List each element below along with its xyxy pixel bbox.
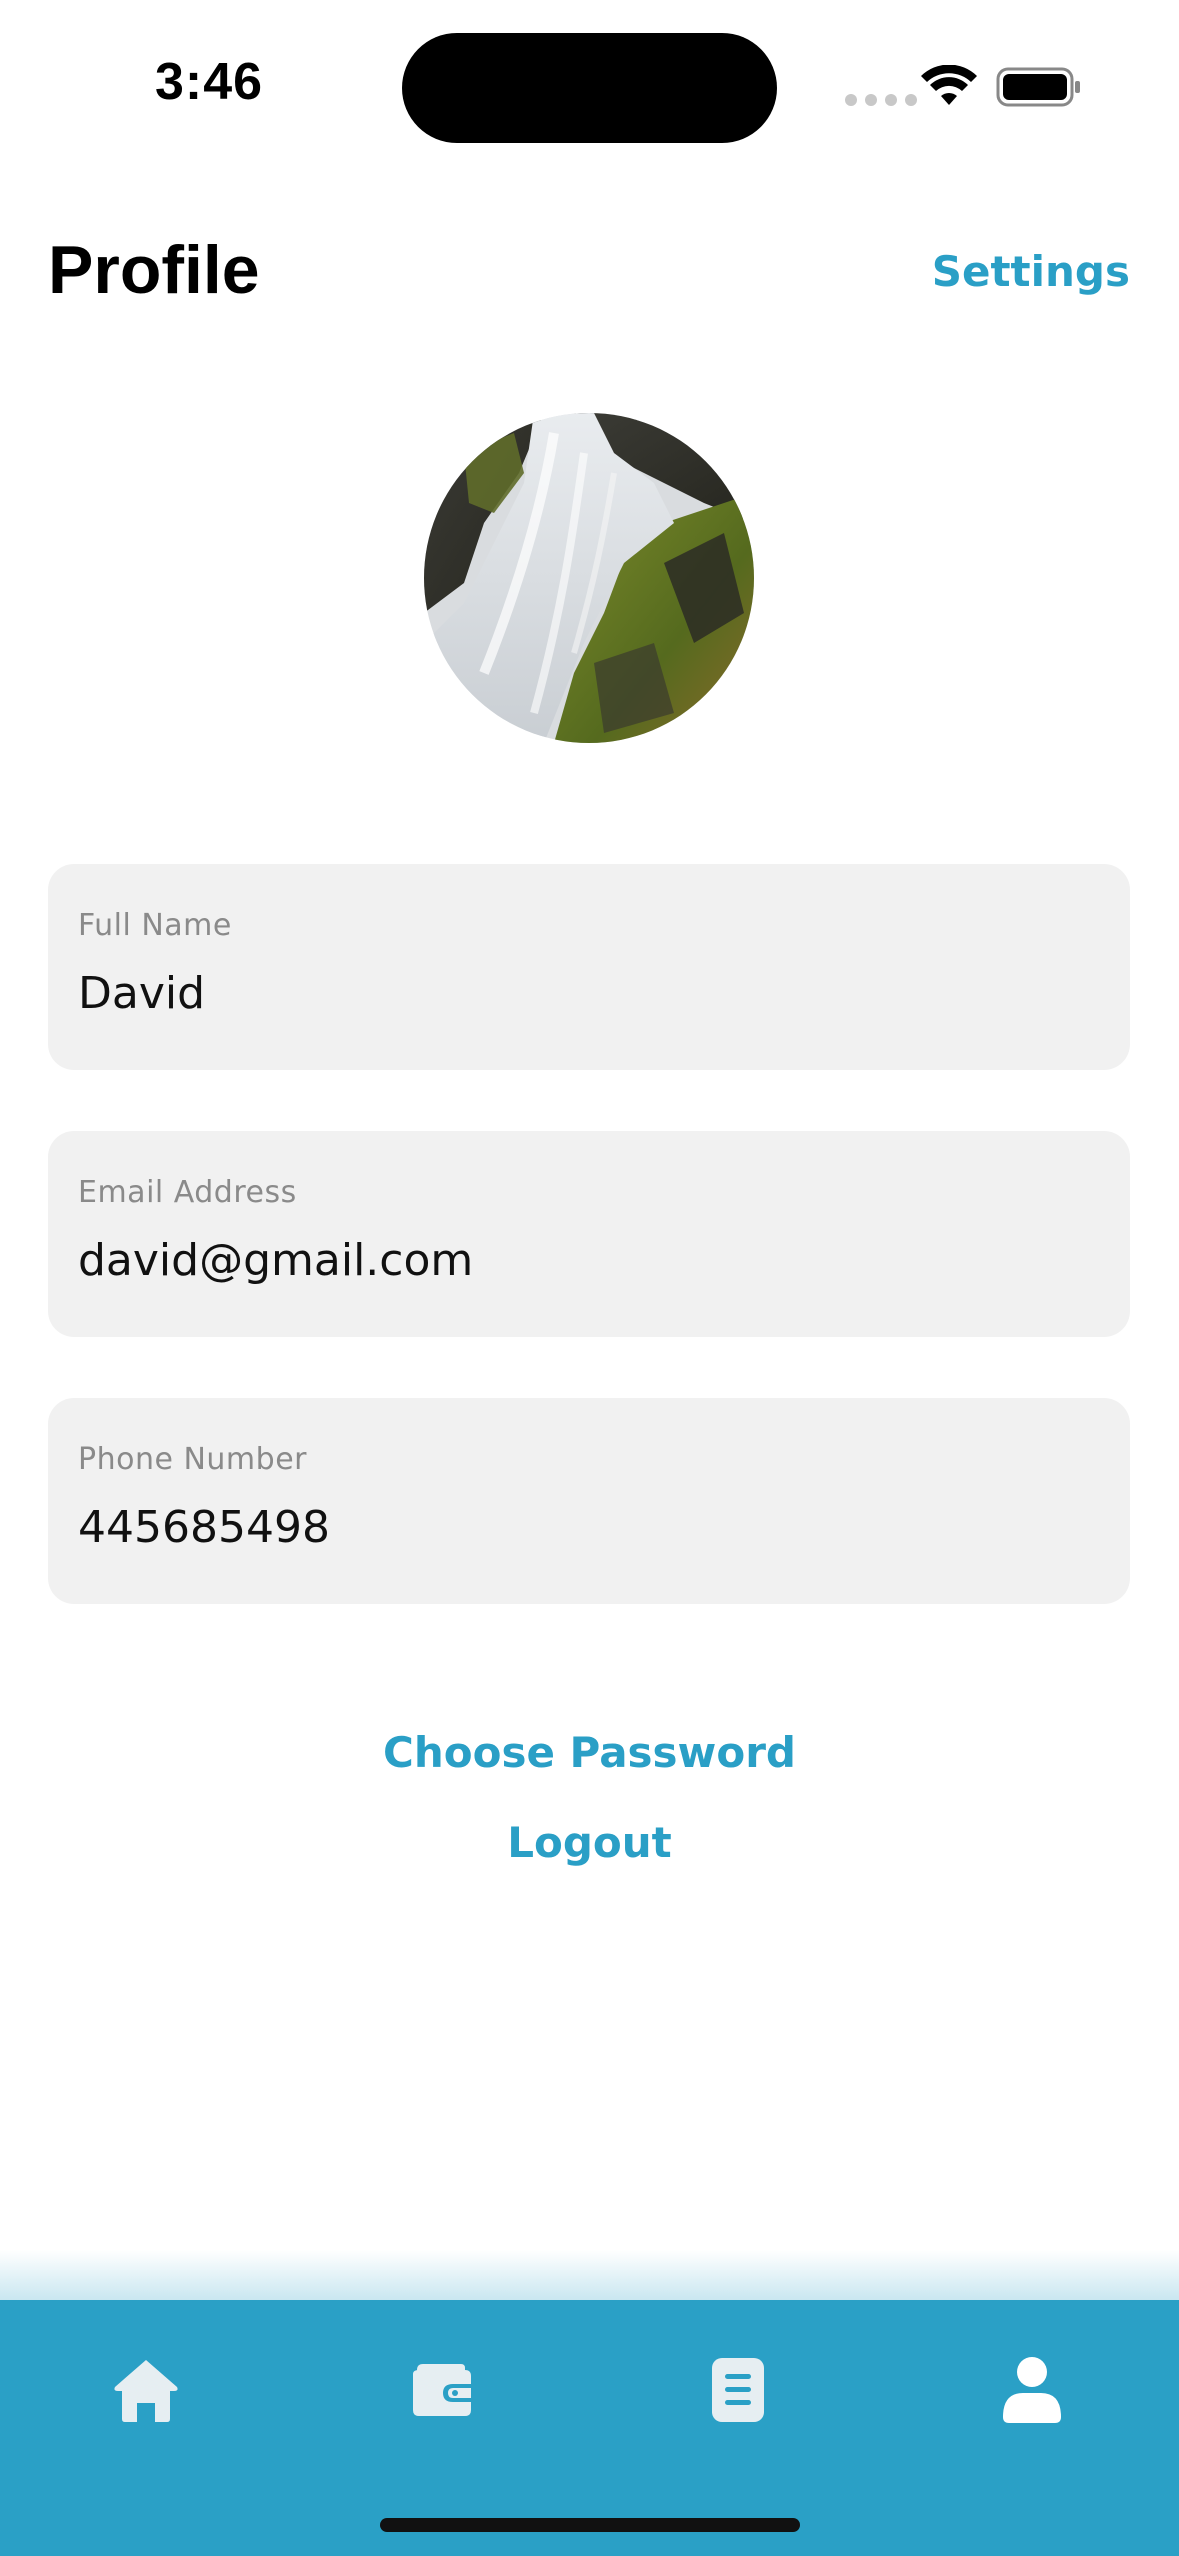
tab-bar bbox=[0, 2300, 1179, 2556]
phone-value[interactable]: 445685498 bbox=[78, 1502, 330, 1553]
document-icon bbox=[712, 2358, 764, 2422]
email-field[interactable]: Email Address david@gmail.com bbox=[48, 1131, 1130, 1337]
tab-wallet[interactable] bbox=[382, 2340, 502, 2440]
user-icon bbox=[1003, 2357, 1061, 2423]
email-value[interactable]: david@gmail.com bbox=[78, 1235, 473, 1286]
phone-field[interactable]: Phone Number 445685498 bbox=[48, 1398, 1130, 1604]
wallet-icon bbox=[413, 2364, 471, 2416]
tab-profile[interactable] bbox=[972, 2340, 1092, 2440]
full-name-value[interactable]: David bbox=[78, 968, 205, 1019]
battery-icon bbox=[996, 67, 1080, 107]
tab-home[interactable] bbox=[86, 2340, 206, 2440]
page-title: Profile bbox=[48, 232, 260, 308]
full-name-field[interactable]: Full Name David bbox=[48, 864, 1130, 1070]
email-label: Email Address bbox=[78, 1175, 297, 1210]
wifi-icon bbox=[921, 65, 977, 105]
home-icon bbox=[114, 2360, 178, 2422]
choose-password-link[interactable]: Choose Password bbox=[0, 1728, 1179, 1777]
logout-link[interactable]: Logout bbox=[0, 1818, 1179, 1867]
full-name-label: Full Name bbox=[78, 908, 232, 943]
waterfall-photo-icon bbox=[424, 413, 754, 743]
phone-label: Phone Number bbox=[78, 1442, 307, 1477]
settings-link[interactable]: Settings bbox=[932, 244, 1130, 300]
status-time: 3:46 bbox=[155, 53, 264, 111]
dynamic-island bbox=[402, 33, 777, 143]
tab-bar-shadow bbox=[0, 2250, 1179, 2300]
tab-documents[interactable] bbox=[678, 2340, 798, 2440]
avatar[interactable] bbox=[424, 413, 754, 743]
cellular-signal-icon bbox=[845, 94, 917, 106]
home-indicator bbox=[380, 2518, 800, 2532]
